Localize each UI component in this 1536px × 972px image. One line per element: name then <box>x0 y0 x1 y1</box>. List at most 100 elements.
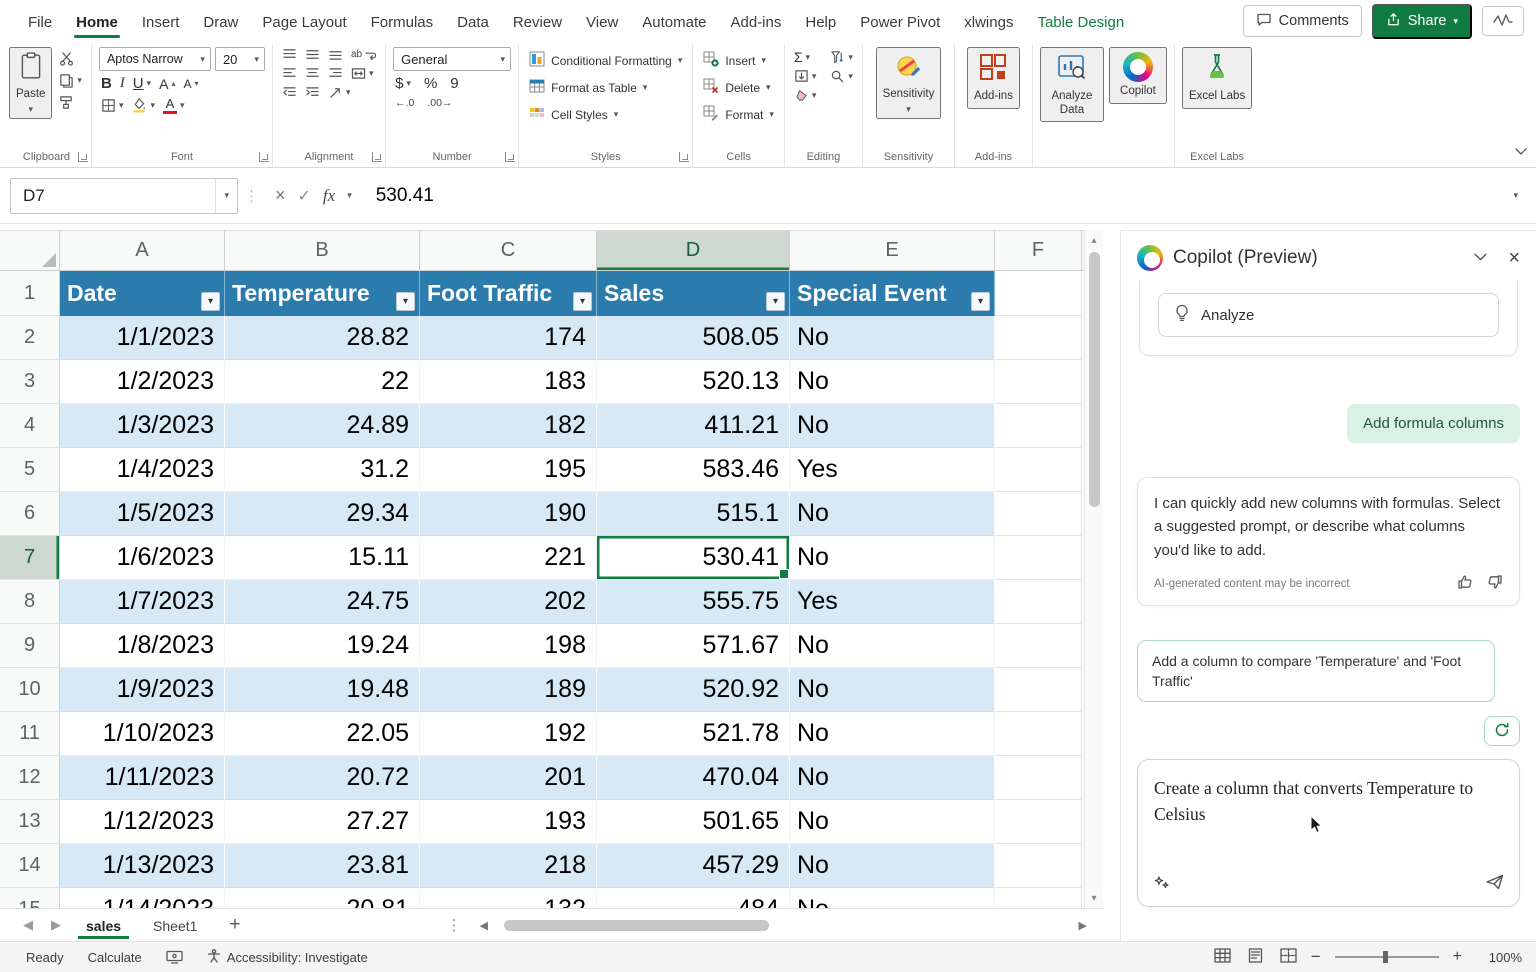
filter-dropdown-icon[interactable]: ▾ <box>201 292 220 311</box>
header-cell-sales[interactable]: Sales▾ <box>597 271 790 316</box>
cell-A13[interactable]: 1/12/2023 <box>60 800 225 844</box>
fill-button[interactable]: ▾ <box>792 68 819 84</box>
filter-dropdown-icon[interactable]: ▾ <box>971 292 990 311</box>
empty-cell[interactable] <box>995 756 1082 800</box>
decrease-indent-button[interactable] <box>280 85 299 100</box>
cell-B9[interactable]: 19.24 <box>225 624 420 668</box>
autosum-button[interactable]: Σ▾ <box>792 49 819 65</box>
vertical-scrollbar[interactable]: ▴ ▾ <box>1084 230 1103 908</box>
styles-dialog-launcher[interactable] <box>679 152 689 162</box>
header-cell-temperature[interactable]: Temperature▾ <box>225 271 420 316</box>
cell-A8[interactable]: 1/7/2023 <box>60 580 225 624</box>
align-right-button[interactable] <box>326 66 345 81</box>
hscroll-left-icon[interactable]: ◀ <box>472 919 496 932</box>
add-sheet-button[interactable]: + <box>213 914 256 936</box>
cell-E15[interactable]: No <box>790 888 995 908</box>
accessibility-status[interactable]: Accessibility: Investigate <box>195 949 380 966</box>
column-header-d[interactable]: D <box>597 231 790 270</box>
zoom-slider-thumb[interactable] <box>1383 951 1388 963</box>
empty-cell[interactable] <box>995 580 1082 624</box>
cell-E2[interactable]: No <box>790 316 995 360</box>
ribbon-tab-view[interactable]: View <box>574 3 630 40</box>
user-request-chip[interactable]: Add formula columns <box>1347 404 1520 443</box>
percent-button[interactable]: % <box>422 75 439 92</box>
row-header-3[interactable]: 3 <box>0 360 60 404</box>
filter-dropdown-icon[interactable]: ▾ <box>766 292 785 311</box>
scroll-up-icon[interactable]: ▴ <box>1085 230 1103 250</box>
cell-E10[interactable]: No <box>790 668 995 712</box>
font-dialog-launcher[interactable] <box>259 152 269 162</box>
horizontal-scrollbar[interactable]: ◀ ▶ <box>472 919 1103 932</box>
header-cell-date[interactable]: Date▾ <box>60 271 225 316</box>
tabbar-splitter[interactable]: ⋮ <box>437 916 472 934</box>
empty-cell[interactable] <box>995 844 1082 888</box>
clear-button[interactable]: ▾ <box>792 87 819 103</box>
find-select-button[interactable]: ▾ <box>828 68 855 84</box>
empty-cell[interactable] <box>995 668 1082 712</box>
cell-B3[interactable]: 22 <box>225 360 420 404</box>
ribbon-tab-page-layout[interactable]: Page Layout <box>250 3 358 40</box>
decrease-decimal-button[interactable]: .00→ <box>425 96 454 110</box>
row-header-6[interactable]: 6 <box>0 492 60 536</box>
name-box[interactable]: D7 ▾ <box>10 178 238 214</box>
ribbon-tab-data[interactable]: Data <box>445 3 501 40</box>
cell-E6[interactable]: No <box>790 492 995 536</box>
ribbon-tab-home[interactable]: Home <box>64 3 130 40</box>
bottom-align-button[interactable] <box>326 47 345 62</box>
cell-E12[interactable]: No <box>790 756 995 800</box>
center-button[interactable] <box>303 66 322 81</box>
cell-E13[interactable]: No <box>790 800 995 844</box>
cell-B15[interactable]: 20.81 <box>225 888 420 908</box>
zoom-percentage[interactable]: 100% <box>1476 950 1522 965</box>
empty-cell[interactable] <box>995 316 1082 360</box>
sensitivity-button[interactable]: Sensitivity ▾ <box>876 47 942 119</box>
enter-formula-icon[interactable]: ✓ <box>298 186 311 206</box>
formula-value[interactable]: 530.41 <box>362 185 1514 207</box>
empty-cell[interactable] <box>995 624 1082 668</box>
zoom-slider[interactable] <box>1335 956 1439 958</box>
cut-button[interactable] <box>57 50 84 67</box>
ribbon-tab-review[interactable]: Review <box>501 3 574 40</box>
italic-button[interactable]: I <box>118 75 127 92</box>
merge-center-button[interactable]: ▾ <box>349 66 376 81</box>
cell-C9[interactable]: 198 <box>420 624 597 668</box>
ribbon-tab-insert[interactable]: Insert <box>130 3 192 40</box>
filter-dropdown-icon[interactable]: ▾ <box>573 292 592 311</box>
cell-E11[interactable]: No <box>790 712 995 756</box>
wrap-text-button[interactable]: ab <box>349 48 378 61</box>
cell-D6[interactable]: 515.1 <box>597 492 790 536</box>
cell-C4[interactable]: 182 <box>420 404 597 448</box>
cell-C3[interactable]: 183 <box>420 360 597 404</box>
cell-D10[interactable]: 520.92 <box>597 668 790 712</box>
underline-button[interactable]: U▾ <box>131 75 153 92</box>
ribbon-tab-help[interactable]: Help <box>793 3 848 40</box>
cell-E4[interactable]: No <box>790 404 995 448</box>
send-icon[interactable] <box>1485 873 1505 896</box>
copilot-close-icon[interactable]: × <box>1508 247 1520 270</box>
thumbs-up-icon[interactable] <box>1457 574 1473 595</box>
excel-labs-button[interactable]: Excel Labs <box>1182 47 1252 109</box>
row-header-14[interactable]: 14 <box>0 844 60 888</box>
refresh-suggestions-button[interactable] <box>1484 716 1520 746</box>
cell-B8[interactable]: 24.75 <box>225 580 420 624</box>
cell-A14[interactable]: 1/13/2023 <box>60 844 225 888</box>
cell-E9[interactable]: No <box>790 624 995 668</box>
normal-view-icon[interactable] <box>1214 948 1231 966</box>
align-left-button[interactable] <box>280 66 299 81</box>
header-cell-special-event[interactable]: Special Event▾ <box>790 271 995 316</box>
empty-cell[interactable] <box>995 271 1082 316</box>
decrease-font-button[interactable]: A▾ <box>182 77 201 91</box>
comments-button[interactable]: Comments <box>1243 5 1362 37</box>
cell-A10[interactable]: 1/9/2023 <box>60 668 225 712</box>
cell-A4[interactable]: 1/3/2023 <box>60 404 225 448</box>
cancel-formula-icon[interactable]: × <box>275 185 286 206</box>
cell-B14[interactable]: 23.81 <box>225 844 420 888</box>
zoom-in-button[interactable]: + <box>1453 948 1462 966</box>
clipboard-dialog-launcher[interactable] <box>78 152 88 162</box>
row-header-1[interactable]: 1 <box>0 271 60 316</box>
cell-D3[interactable]: 520.13 <box>597 360 790 404</box>
cell-D9[interactable]: 571.67 <box>597 624 790 668</box>
insert-function-icon[interactable]: fx <box>323 186 335 206</box>
ribbon-collapse-button[interactable] <box>1514 143 1528 161</box>
font-color-button[interactable]: A▾ <box>161 96 187 115</box>
